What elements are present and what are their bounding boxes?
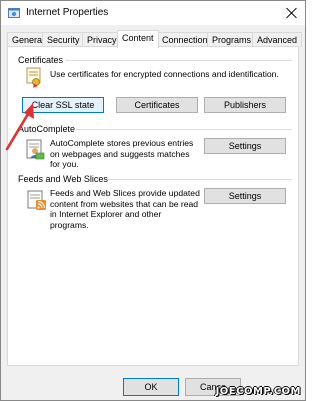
tab-advanced[interactable]: Advanced	[252, 32, 303, 47]
tab-privacy[interactable]: Privacy	[82, 32, 122, 47]
feeds-divider	[108, 179, 292, 180]
tab-content[interactable]: Content	[117, 30, 159, 48]
tab-programs[interactable]: Programs	[207, 32, 257, 47]
internet-properties-window: Internet Properties General Security Pri…	[0, 0, 306, 401]
certificate-icon	[26, 67, 41, 89]
annotation-arrow-icon	[5, 103, 34, 151]
internet-options-icon	[8, 8, 20, 18]
close-icon[interactable]	[285, 6, 299, 20]
tab-security[interactable]: Security	[42, 32, 85, 47]
feeds-heading: Feeds and Web Slices	[18, 174, 108, 184]
autocomplete-settings-button[interactable]: Settings	[204, 138, 286, 154]
title-bar: Internet Properties	[1, 1, 305, 25]
feeds-description: Feeds and Web Slices provide updated con…	[50, 188, 200, 230]
certificates-heading: Certificates	[18, 55, 64, 65]
rss-feed-icon	[27, 190, 46, 210]
content-tab-panel: Certificates Use certificates for encryp…	[7, 46, 299, 366]
watermark: JOECOMP.COM	[215, 386, 301, 397]
autocomplete-divider	[76, 129, 292, 130]
ok-button[interactable]: OK	[123, 378, 179, 396]
window-title: Internet Properties	[26, 7, 109, 18]
publishers-button[interactable]: Publishers	[204, 97, 286, 113]
certificates-divider	[66, 60, 292, 61]
autocomplete-description: AutoComplete stores previous entries on …	[50, 138, 194, 169]
certificates-button[interactable]: Certificates	[116, 97, 198, 113]
certificates-description: Use certificates for encrypted connectio…	[50, 69, 279, 79]
feeds-settings-button[interactable]: Settings	[204, 188, 286, 204]
